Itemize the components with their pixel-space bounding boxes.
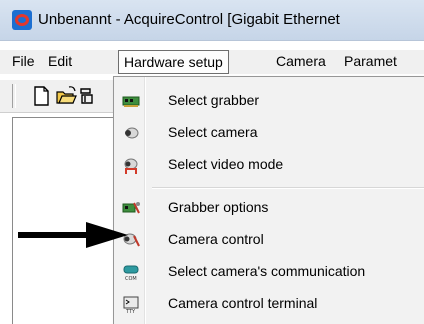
menu-item-label: Select video mode: [168, 156, 284, 172]
grabber-card-icon: [122, 93, 140, 109]
window-title: Unbenannt - AcquireControl [Gigabit Ethe…: [38, 11, 340, 28]
terminal-icon: TTY: [122, 296, 140, 315]
menu-item-camera-control-terminal[interactable]: TTY Camera control terminal: [114, 288, 424, 320]
menu-item-grabber-options[interactable]: Grabber options: [114, 192, 424, 224]
toolbar-grip[interactable]: [12, 84, 16, 108]
menu-item-select-grabber[interactable]: Select grabber: [114, 85, 424, 117]
camera-icon: [122, 125, 140, 141]
menu-item-camera-control[interactable]: Camera control: [114, 224, 424, 256]
menu-item-select-camera-communication[interactable]: COM Select camera's communication: [114, 256, 424, 288]
hardware-setup-menu: Select grabber Select camera Select vide…: [113, 76, 424, 324]
menu-item-label: Select camera's communication: [168, 263, 366, 279]
menu-edit[interactable]: Edit: [48, 53, 72, 69]
svg-text:COM: COM: [125, 276, 137, 282]
menu-separator: [152, 187, 424, 189]
pointer-arrow-icon: [18, 222, 128, 248]
menu-item-label: Select grabber: [168, 92, 260, 108]
new-file-icon[interactable]: [30, 84, 52, 108]
svg-text:TTY: TTY: [125, 309, 136, 314]
menu-parameters[interactable]: Paramet: [344, 53, 397, 69]
menu-item-label: Grabber options: [168, 199, 269, 215]
menu-item-label: Select camera: [168, 124, 258, 140]
title-bar: Unbenannt - AcquireControl [Gigabit Ethe…: [0, 0, 424, 41]
app-logo-icon: [12, 10, 32, 30]
menu-file[interactable]: File: [12, 53, 35, 69]
menu-item-label: Camera control terminal: [168, 295, 318, 311]
menu-camera[interactable]: Camera: [276, 53, 326, 69]
com-port-icon: COM: [122, 264, 140, 282]
toolbar: [0, 80, 120, 113]
menu-item-select-video-mode[interactable]: Select video mode: [114, 149, 424, 181]
grabber-options-icon: [122, 200, 140, 216]
menu-item-label: Camera control: [168, 231, 264, 247]
menu-item-select-camera[interactable]: Select camera: [114, 117, 424, 149]
video-mode-icon: [122, 157, 140, 174]
menu-hardware-setup[interactable]: Hardware setup: [118, 50, 229, 74]
menu-bar: File Edit Hardware setup Camera Paramet: [0, 50, 424, 74]
save-icon[interactable]: [80, 84, 94, 108]
open-folder-icon[interactable]: [55, 84, 77, 108]
